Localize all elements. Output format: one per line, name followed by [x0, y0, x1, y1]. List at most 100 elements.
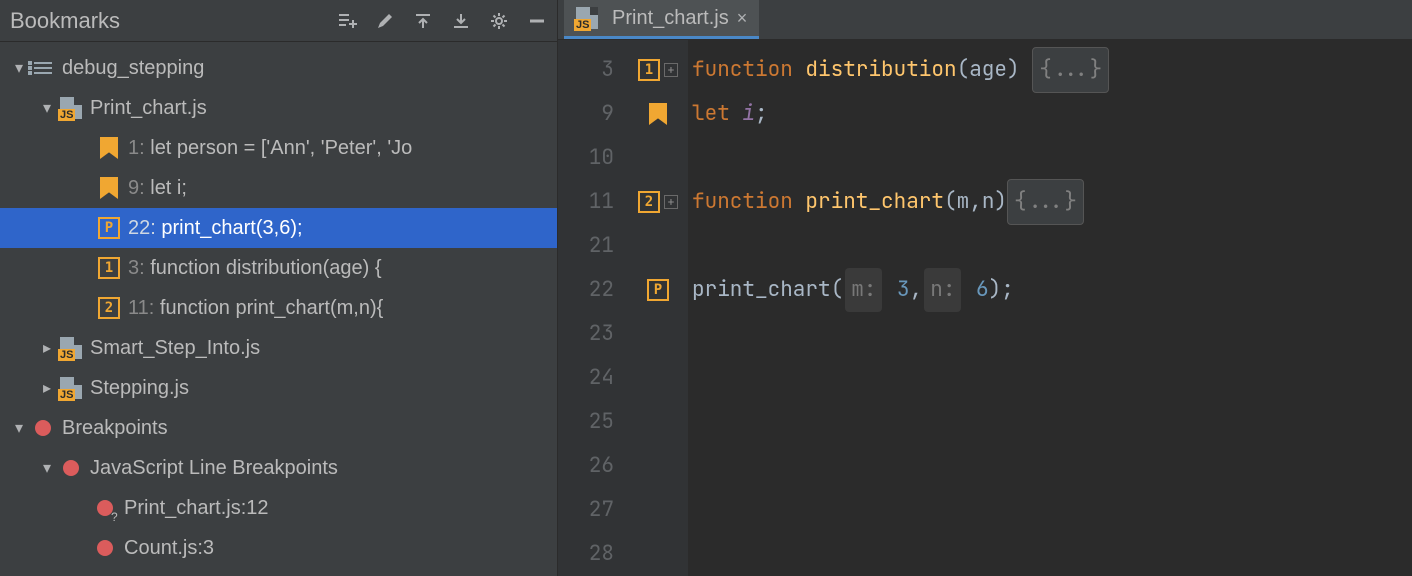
code-line[interactable] [692, 400, 1412, 444]
bookmark-mnemonic-icon: 2 [96, 295, 122, 321]
bookmark-label: 9: let i; [128, 177, 187, 200]
edit-icon[interactable] [373, 9, 397, 33]
tree-node-print-chart[interactable]: ▾ Print_chart.js [0, 88, 557, 128]
move-down-icon[interactable] [449, 9, 473, 33]
js-file-icon [58, 375, 84, 401]
chevron-down-icon[interactable]: ▾ [8, 418, 30, 438]
code-line[interactable]: function print_chart(m,n){...} [692, 180, 1412, 224]
bookmark-icon[interactable] [649, 103, 667, 125]
bookmark-mnemonic-icon: 1 [96, 255, 122, 281]
bookmark-label: 11: function print_chart(m,n){ [128, 297, 383, 320]
code-line[interactable]: let i; [692, 92, 1412, 136]
bookmark-mnemonic-icon: P [96, 215, 122, 241]
tab-label: Print_chart.js [612, 7, 729, 30]
bookmark-item-selected[interactable]: P 22: print_chart(3,6); [0, 208, 557, 248]
bookmark-icon [96, 175, 122, 201]
bookmark-item[interactable]: 1 3: function distribution(age) { [0, 248, 557, 288]
add-list-icon[interactable] [335, 9, 359, 33]
bookmark-label: 22: print_chart(3,6); [128, 217, 303, 240]
tree-node-debug-stepping[interactable]: ▾ debug_stepping [0, 48, 557, 88]
code-editor[interactable]: 3 9 10 11 21 22 23 24 25 26 27 28 1+ 2+ … [558, 40, 1412, 576]
folded-region[interactable]: {...} [1007, 179, 1084, 225]
chevron-down-icon[interactable]: ▾ [8, 58, 30, 78]
editor-panel: Print_chart.js × 3 9 10 11 21 22 23 24 2… [558, 0, 1412, 576]
bookmark-icon [96, 135, 122, 161]
tree-node-js-breakpoints[interactable]: ▾ JavaScript Line Breakpoints [0, 448, 557, 488]
code-line[interactable] [692, 312, 1412, 356]
marker-gutter: 1 + 2 + P [628, 40, 688, 576]
bookmark-mnemonic-icon[interactable]: 1 [638, 59, 660, 81]
line-number: 23 [558, 312, 614, 356]
gear-icon[interactable] [487, 9, 511, 33]
line-number: 25 [558, 400, 614, 444]
code-line[interactable]: print_chart(m: 3, n: 6); [692, 268, 1412, 312]
breakpoint-label: Count.js:3 [124, 537, 214, 560]
bookmark-label: 3: function distribution(age) { [128, 257, 382, 280]
bookmarks-panel: Bookmarks ▾ debug_ste [0, 0, 558, 576]
js-file-icon [576, 7, 598, 29]
fold-expand-icon[interactable]: + [664, 63, 678, 77]
chevron-right-icon[interactable]: ▸ [36, 338, 58, 358]
editor-tab[interactable]: Print_chart.js × [564, 0, 759, 39]
line-number: 26 [558, 444, 614, 488]
inlay-hint: n: [924, 268, 961, 312]
line-number: 28 [558, 532, 614, 576]
line-number-gutter: 3 9 10 11 21 22 23 24 25 26 27 28 [558, 40, 628, 576]
fold-expand-icon[interactable]: + [664, 195, 678, 209]
line-number: 22 [558, 268, 614, 312]
bookmark-item[interactable]: 2 11: function print_chart(m,n){ [0, 288, 557, 328]
breakpoint-question-icon [92, 495, 118, 521]
code-line[interactable] [692, 224, 1412, 268]
bookmark-item[interactable]: 1: let person = ['Ann', 'Peter', 'Jo [0, 128, 557, 168]
move-up-icon[interactable] [411, 9, 435, 33]
line-number: 24 [558, 356, 614, 400]
breakpoint-item[interactable]: Print_chart.js:12 [0, 488, 557, 528]
node-label: JavaScript Line Breakpoints [90, 457, 338, 480]
node-label: debug_stepping [62, 57, 204, 80]
node-label: Breakpoints [62, 417, 168, 440]
js-file-icon [58, 95, 84, 121]
chevron-right-icon[interactable]: ▸ [36, 378, 58, 398]
breakpoint-icon [58, 455, 84, 481]
line-number: 9 [558, 92, 614, 136]
code-line[interactable]: function distribution(age) {...} [692, 48, 1412, 92]
node-label: Print_chart.js [90, 97, 207, 120]
close-icon[interactable]: × [737, 8, 748, 29]
code-line[interactable] [692, 136, 1412, 180]
bookmark-mnemonic-icon[interactable]: 2 [638, 191, 660, 213]
folded-region[interactable]: {...} [1032, 47, 1109, 93]
node-label: Smart_Step_Into.js [90, 337, 260, 360]
bookmark-item[interactable]: 9: let i; [0, 168, 557, 208]
breakpoint-label: Print_chart.js:12 [124, 497, 269, 520]
list-icon [30, 55, 56, 81]
chevron-down-icon[interactable]: ▾ [36, 98, 58, 118]
code-line[interactable] [692, 488, 1412, 532]
bookmark-label: 1: let person = ['Ann', 'Peter', 'Jo [128, 137, 412, 160]
line-number: 27 [558, 488, 614, 532]
panel-title: Bookmarks [10, 8, 120, 34]
panel-header: Bookmarks [0, 0, 557, 42]
tree-node-breakpoints[interactable]: ▾ Breakpoints [0, 408, 557, 448]
node-label: Stepping.js [90, 377, 189, 400]
js-file-icon [58, 335, 84, 361]
code-line[interactable] [692, 356, 1412, 400]
code-body[interactable]: function distribution(age) {...} let i; … [688, 40, 1412, 576]
tree-node-smart-step[interactable]: ▸ Smart_Step_Into.js [0, 328, 557, 368]
breakpoint-item[interactable]: Count.js:3 [0, 528, 557, 568]
line-number: 10 [558, 136, 614, 180]
breakpoint-icon [30, 415, 56, 441]
chevron-down-icon[interactable]: ▾ [36, 458, 58, 478]
panel-toolbar [335, 9, 549, 33]
code-line[interactable] [692, 444, 1412, 488]
bookmark-mnemonic-icon[interactable]: P [647, 279, 669, 301]
bookmarks-tree[interactable]: ▾ debug_stepping ▾ Print_chart.js 1: let… [0, 42, 557, 576]
editor-tab-bar: Print_chart.js × [558, 0, 1412, 40]
breakpoint-icon [92, 535, 118, 561]
line-number: 11 [558, 180, 614, 224]
code-line[interactable] [692, 532, 1412, 576]
inlay-hint: m: [845, 268, 882, 312]
line-number: 3 [558, 48, 614, 92]
tree-node-stepping[interactable]: ▸ Stepping.js [0, 368, 557, 408]
minimize-icon[interactable] [525, 9, 549, 33]
line-number: 21 [558, 224, 614, 268]
